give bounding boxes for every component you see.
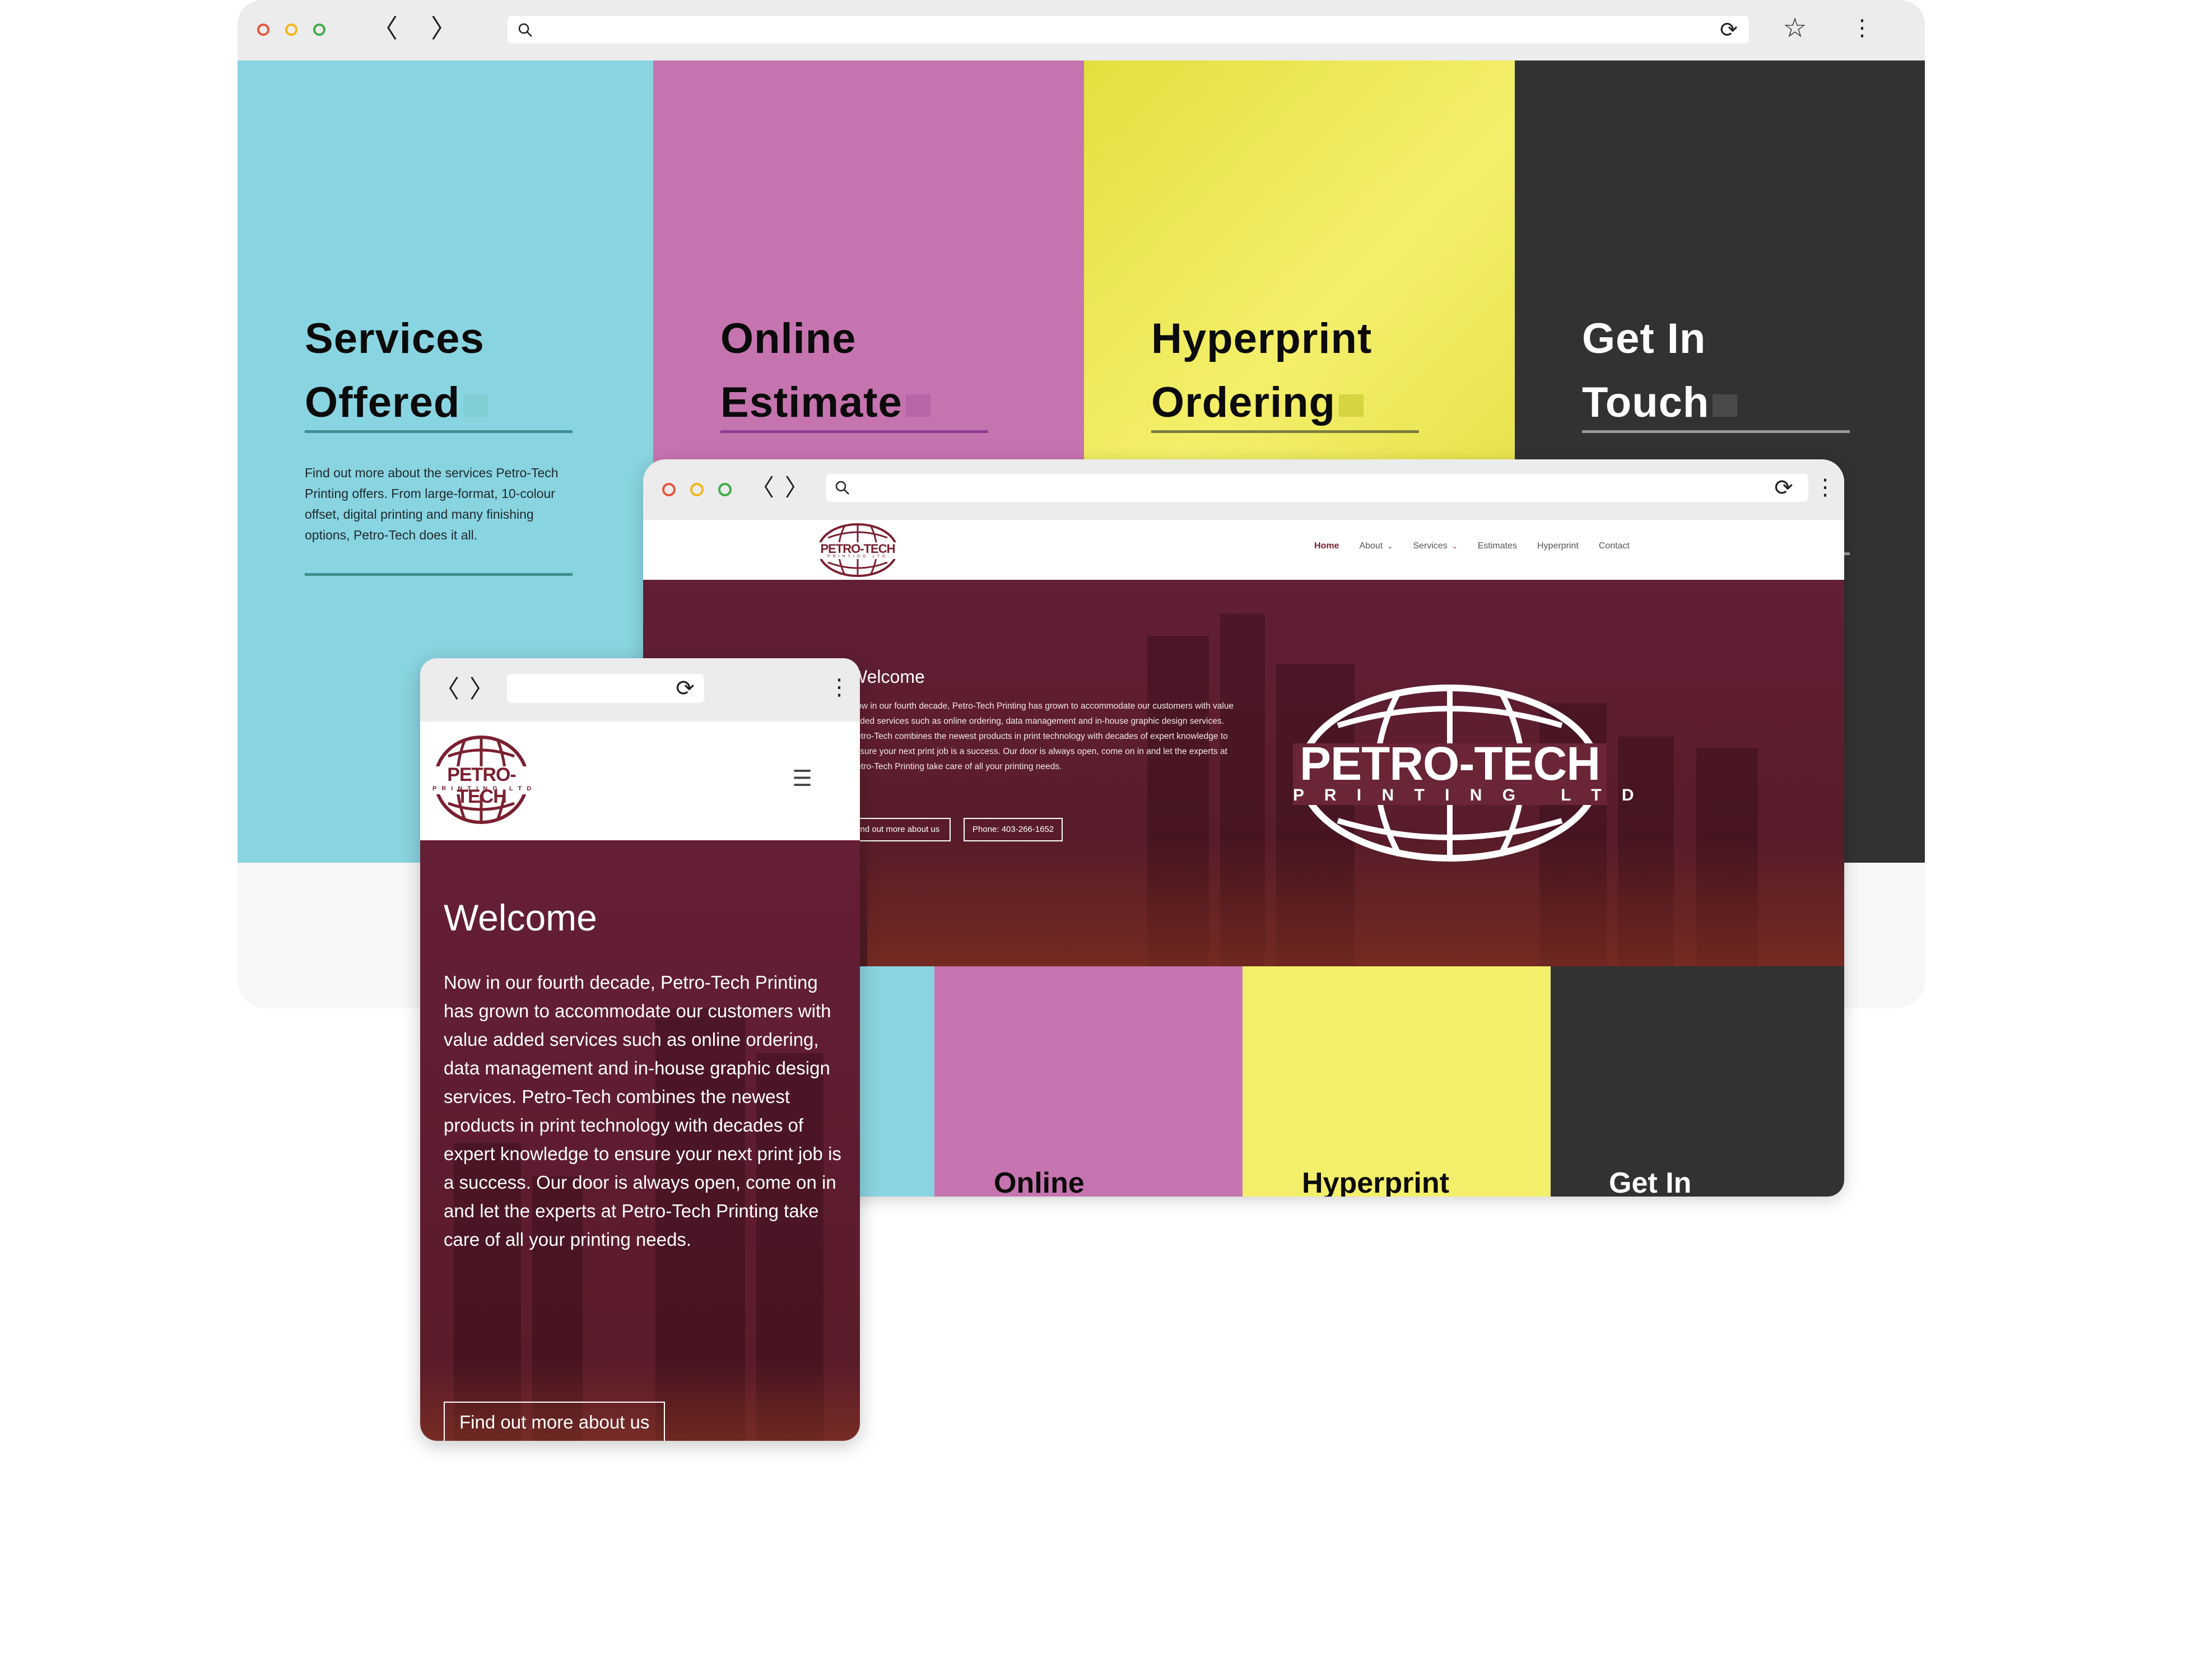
hero-body: Now in our fourth decade, Petro-Tech Pri… [850,701,1234,771]
hyperprint-tile[interactable]: Hyperprint [1243,966,1551,1197]
get-in-touch-tile[interactable]: Get In [1551,966,1844,1197]
search-icon [518,23,532,37]
hero-logo: PETRO-TECH P R I N T I N G L T D [1293,681,1642,865]
chevron-down-icon: ⌄ [1387,542,1393,550]
more-menu-icon[interactable]: ⋮ [828,676,850,699]
title-underline [720,430,988,433]
nav-services[interactable]: Services ⌄ [1413,541,1457,551]
more-menu-icon[interactable]: ⋮ [1814,476,1836,499]
main-nav: Home About ⌄ Services ⌄ Estimates Hyperpri… [1314,541,1650,551]
browser-toolbar: 〈 〉 ⟳ ☆ ⋮ [238,0,1925,61]
nav-estimates[interactable]: Estimates [1478,541,1517,551]
nav-home[interactable]: Home [1314,541,1339,551]
address-bar[interactable]: ⟳ [507,674,704,703]
forward-icon[interactable]: 〉 [469,677,494,702]
hero-logo-wordmark: PETRO-TECH [1300,737,1601,790]
minimize-window-button[interactable] [690,483,704,496]
hero-section: Welcome Now in our fourth decade, Petro-… [420,840,860,1441]
forward-icon[interactable]: 〉 [785,476,808,500]
search-icon [835,481,849,495]
description-underline [305,573,573,576]
address-bar[interactable]: ⟳ [508,16,1749,44]
nav-contact[interactable]: Contact [1599,541,1630,551]
chevron-down-icon: ⌄ [1451,542,1458,550]
close-window-button[interactable] [257,24,269,36]
reload-icon[interactable]: ⟳ [674,677,696,700]
logo-subtitle: PRINTING LTD [827,555,888,559]
logo-subtitle: P R I N T I N G L T D [432,785,533,792]
back-icon[interactable]: 〈 [751,476,774,500]
back-icon[interactable]: 〈 [435,677,459,702]
nav-about[interactable]: About ⌄ [1359,541,1393,551]
hero-body: Now in our fourth decade, Petro-Tech Pri… [444,972,841,1250]
address-bar[interactable]: ⟳ [826,474,1808,502]
maximize-window-button[interactable] [718,483,732,496]
reload-icon[interactable]: ⟳ [1718,19,1740,40]
bookmark-star-icon[interactable]: ☆ [1781,15,1809,41]
title-accent-block [905,394,930,417]
reload-icon[interactable]: ⟳ [1772,477,1795,499]
tile-title: Hyperprint [1302,1167,1449,1197]
title-accent-block [1338,394,1364,417]
title-accent-block [463,394,488,417]
panel-title: Get In Touch [1582,307,1738,435]
panel-title: Services Offered [305,307,488,435]
title-accent-block [1713,394,1738,417]
title-underline [305,430,573,433]
find-out-more-button[interactable]: Find out more about us [444,1402,666,1441]
hamburger-menu-icon[interactable]: ☰ [790,767,815,790]
phone-button[interactable]: Phone: 403-266-1652 [964,818,1063,841]
panel-title: Hyperprint Ordering [1151,315,1372,426]
tile-title: Get In [1609,1167,1692,1197]
site-logo[interactable]: PETRO-TECH PRINTING LTD [817,522,899,578]
online-estimate-tile[interactable]: Online [934,966,1243,1197]
tile-title: Online [994,1167,1085,1197]
maximize-window-button[interactable] [313,24,325,36]
browser-toolbar: 〈 〉 ⟳ ⋮ [420,658,860,722]
nav-hyperprint[interactable]: Hyperprint [1537,541,1579,551]
mobile-browser-window: 〈 〉 ⟳ ⋮ PETRO-TECH P R I N T I N G L T D… [420,658,860,1441]
close-window-button[interactable] [662,483,676,496]
title-underline [1582,430,1850,433]
browser-toolbar: 〈 〉 ⟳ ⋮ [643,459,1844,520]
site-logo[interactable]: PETRO-TECH P R I N T I N G L T D [432,734,531,826]
more-menu-icon[interactable]: ⋮ [1851,17,1873,39]
back-icon[interactable]: 〈 [372,16,398,41]
panel-title: Online Estimate [720,307,930,435]
site-header: PETRO-TECH PRINTING LTD Home About ⌄ Serv… [643,520,1844,580]
forward-icon[interactable]: 〉 [431,16,457,41]
title-underline [1151,430,1419,433]
site-header: PETRO-TECH P R I N T I N G L T D ☰ [420,722,860,840]
hero-logo-subtitle: P R I N T I N G L T D [1293,786,1642,804]
panel-description: Find out more about the services Petro-T… [305,466,559,542]
hero-title: Welcome [444,897,597,938]
minimize-window-button[interactable] [285,24,297,36]
hero-title: Welcome [850,667,925,687]
